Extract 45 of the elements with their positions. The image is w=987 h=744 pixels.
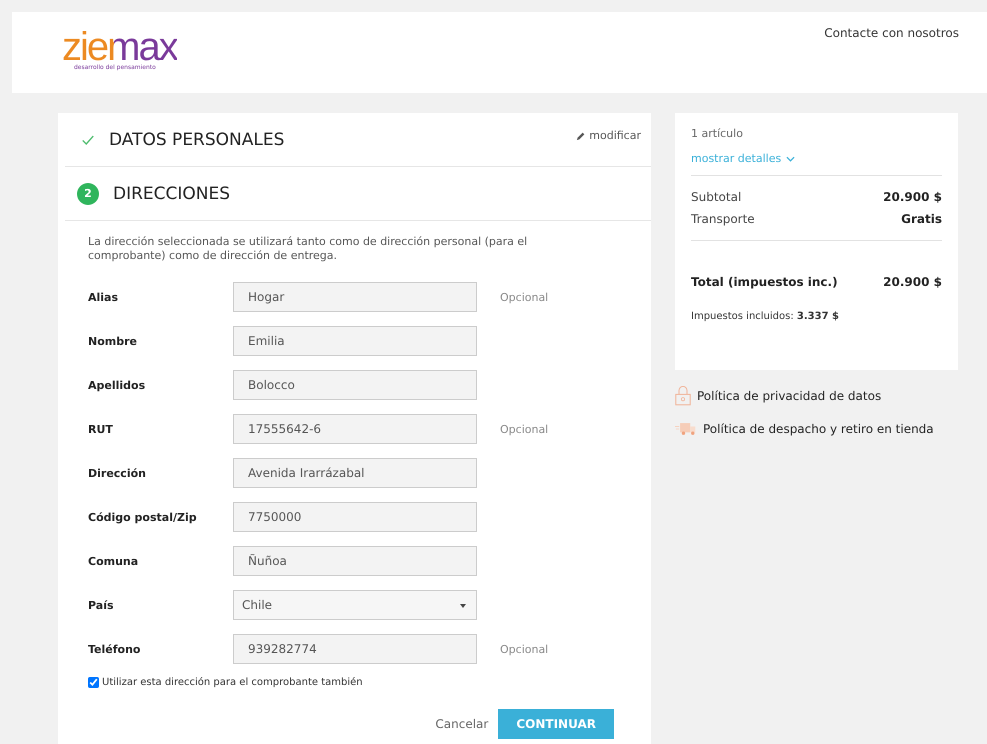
text-field[interactable]: Emilia	[233, 326, 477, 356]
optional-note: Opcional	[500, 422, 548, 436]
step-title: DATOS PERSONALES	[109, 130, 284, 150]
text-field[interactable]: Hogar	[233, 282, 477, 312]
summary-value: Gratis	[901, 211, 942, 228]
cancel-link[interactable]: Cancelar	[435, 717, 488, 731]
optional-note: Opcional	[500, 642, 548, 656]
text-field[interactable]: Avenida Irarrázabal	[233, 458, 477, 488]
field-label: Código postal/Zip	[88, 510, 198, 524]
step-title: DIRECCIONES	[113, 184, 230, 204]
policy-link[interactable]: Política de despacho y retiro en tienda	[703, 422, 934, 436]
summary-label: Subtotal	[691, 189, 742, 206]
taxes-text: Impuestos incluidos: 3.337 $	[691, 311, 840, 322]
field-label: Dirección	[88, 466, 147, 480]
summary-label: Transporte	[691, 211, 755, 228]
contact-link[interactable]: Contacte con nosotros	[824, 26, 959, 93]
optional-note: Opcional	[500, 290, 548, 304]
truck-icon	[675, 422, 697, 436]
text-field[interactable]: 939282774	[233, 634, 477, 664]
edit-link[interactable]: modificar	[576, 129, 641, 142]
checkbox[interactable]	[88, 677, 99, 688]
intro-text: La dirección seleccionada se utilizará tanto como de dirección personal (para el comprobante) como de dirección de entrega.	[88, 235, 528, 263]
total-label: Total (impuestos inc.)	[691, 274, 838, 291]
item-count: 1 artículo	[691, 127, 744, 140]
summary-value: 20.900 $	[883, 189, 942, 206]
field-label: RUT	[88, 422, 114, 436]
country-select[interactable]: Chile	[233, 590, 477, 620]
text-field[interactable]: Ñuñoa	[233, 546, 477, 576]
field-label: Alias	[88, 290, 120, 304]
check-icon	[81, 132, 95, 146]
pencil-icon	[576, 130, 586, 140]
field-label: Comuna	[88, 554, 140, 568]
field-label: Teléfono	[88, 642, 142, 656]
field-label: País	[88, 598, 115, 612]
chevron-down-icon	[786, 156, 796, 162]
field-label: Nombre	[88, 334, 138, 348]
checkbox-label: Utilizar esta dirección para el comprobante también	[102, 677, 363, 688]
step-number: 2	[77, 182, 99, 204]
text-field[interactable]: 7750000	[233, 502, 477, 532]
total-value: 20.900 $	[883, 274, 942, 291]
text-field[interactable]: 17555642-6	[233, 414, 477, 444]
policy-link[interactable]: Política de privacidad de datos	[697, 389, 882, 403]
text-field[interactable]: Bolocco	[233, 370, 477, 400]
field-label: Apellidos	[88, 378, 146, 392]
padlock-icon	[675, 386, 691, 406]
